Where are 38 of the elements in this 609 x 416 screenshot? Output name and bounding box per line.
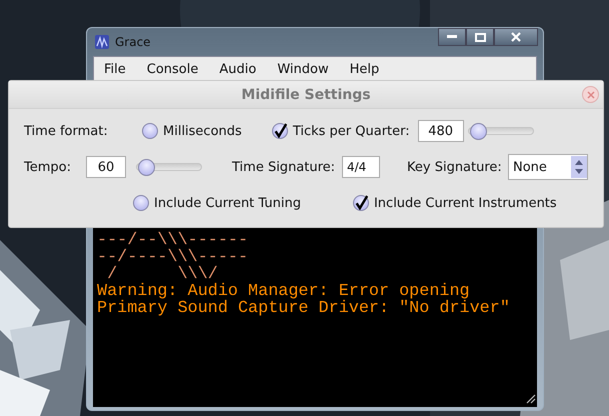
field-label: Tempo:	[24, 160, 72, 174]
ticks-slider[interactable]	[468, 122, 534, 140]
field-label: Time format:	[24, 124, 109, 138]
menu-item[interactable]: File	[104, 62, 126, 77]
dialog-title: Midifile Settings	[241, 86, 371, 102]
console-line: Warning: Audio Manager: Error opening	[97, 283, 470, 300]
checkbox-option[interactable]: Include Current Instruments	[352, 195, 557, 211]
checkbox-option[interactable]: Include Current Tuning	[133, 195, 301, 211]
ticks-field[interactable]: 480	[418, 120, 464, 142]
ascii-art-line: ---/--\\\------	[97, 232, 250, 249]
tempo-field[interactable]: 60	[86, 156, 126, 178]
maximize-button[interactable]	[466, 28, 494, 46]
menu-item[interactable]: Console	[146, 62, 198, 77]
waveform-icon	[95, 35, 109, 49]
maximize-icon	[474, 32, 486, 42]
field-label: Time Signature:	[232, 160, 336, 174]
close-button[interactable]	[494, 28, 538, 46]
minimize-button[interactable]	[438, 28, 466, 46]
radio-option[interactable]: Ticks per Quarter:	[272, 123, 410, 139]
menu-item[interactable]: Help	[350, 62, 380, 77]
tempo-slider[interactable]	[136, 158, 202, 176]
console-line: Primary Sound Capture Driver: "No driver"	[97, 300, 511, 317]
checkmark-icon	[274, 123, 287, 138]
ascii-art-line: --/----\\\-----	[97, 249, 250, 266]
close-icon	[511, 32, 521, 42]
spinner-icon	[571, 155, 587, 179]
time-signature-field[interactable]: 4/4	[342, 156, 380, 178]
ascii-art-line: / \\\/	[107, 266, 218, 283]
key-signature-select[interactable]: None	[508, 154, 588, 180]
menu-item[interactable]: Window	[277, 62, 329, 77]
radio-option[interactable]: Milliseconds	[142, 123, 242, 139]
minimize-icon	[447, 35, 457, 39]
resize-grip-icon[interactable]	[524, 392, 536, 404]
field-label: Key Signature:	[407, 160, 503, 174]
close-icon	[586, 90, 594, 98]
checkmark-icon	[354, 195, 368, 210]
menu-item[interactable]: Audio	[219, 62, 256, 77]
window-title: Grace	[115, 35, 151, 49]
